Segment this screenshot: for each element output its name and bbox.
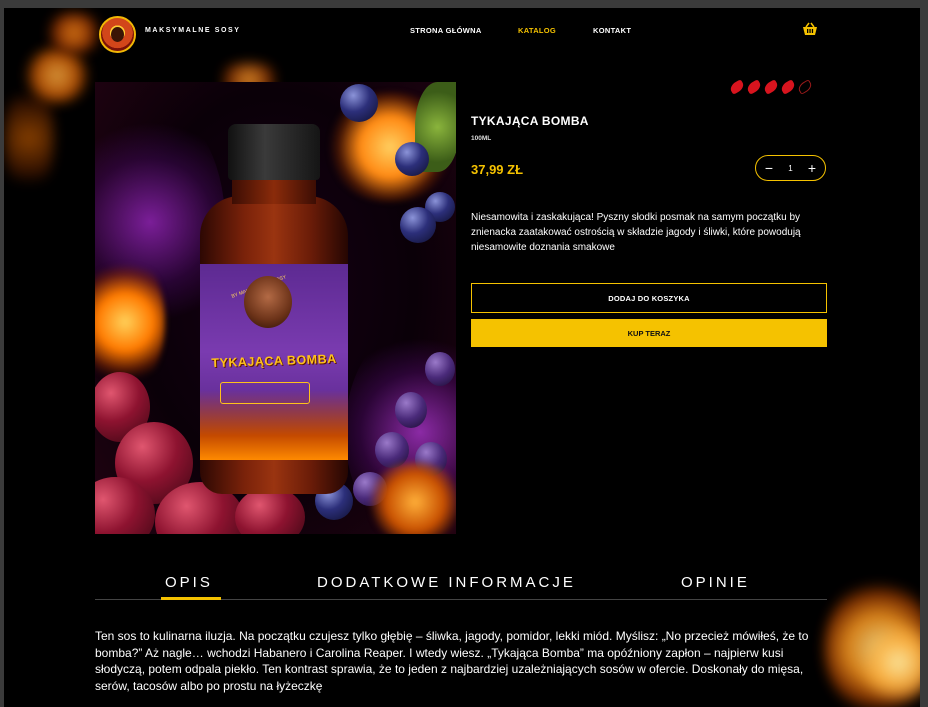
blueberry [395,142,429,176]
product-title: TYKAJĄCA BOMBA [471,114,589,128]
tab-additional-info[interactable]: DODATKOWE INFORMACJE [317,574,576,591]
label-nutrition-box [220,382,310,404]
chili-pepper-icon [779,79,797,95]
grape [425,352,455,386]
chili-pepper-icon [762,79,780,95]
blueberry [340,84,378,122]
logo-face-icon [111,27,124,42]
active-tab-indicator [161,597,221,600]
increase-quantity-button[interactable]: + [805,161,819,175]
product-image: BY MAKSYMALNE SOSY TYKAJĄCA BOMBA [95,82,456,534]
nav-contact[interactable]: KONTAKT [593,26,631,35]
grape [395,392,427,428]
bottle-neck [232,178,316,204]
product-short-description: Niesamowita i zaskakująca! Pyszny słodki… [471,212,801,253]
logo[interactable] [99,16,136,53]
product-tabs: OPIS DODATKOWE INFORMACJE OPINIE [95,568,827,600]
bottle-cap [228,124,320,180]
product-price: 37,99 ZŁ [471,162,524,177]
chili-pepper-icon [796,79,814,95]
plum [235,487,305,534]
fire-decoration [4,78,54,198]
sauce-bottle: BY MAKSYMALNE SOSY TYKAJĄCA BOMBA [198,124,350,494]
brand-name[interactable]: MAKSYMALNE SOSY [145,27,241,34]
basket-icon[interactable] [802,22,818,36]
label-portrait [244,276,292,328]
chili-pepper-icon [728,79,746,95]
flame-decoration [365,462,456,534]
tab-description[interactable]: OPIS [165,574,213,591]
quantity-value[interactable]: 1 [788,164,792,173]
fire-decoration [864,618,920,707]
product-volume: 100ML [471,135,492,142]
add-to-cart-button[interactable]: DODAJ DO KOSZYKA [471,283,827,313]
heat-rating [728,79,814,96]
fire-decoration [22,48,92,103]
buy-now-button[interactable]: KUP TERAZ [471,319,827,347]
nav-home[interactable]: STRONA GŁÓWNA [410,26,482,35]
nav-catalog[interactable]: KATALOG [518,26,556,35]
chili-pepper-icon [745,79,763,95]
site-header: MAKSYMALNE SOSY STRONA GŁÓWNA KATALOG KO… [4,8,920,56]
decrease-quantity-button[interactable]: − [762,161,776,175]
blueberry [400,207,436,243]
window-frame: MAKSYMALNE SOSY STRONA GŁÓWNA KATALOG KO… [0,0,928,707]
quantity-stepper: − 1 + [755,155,826,181]
tab-reviews[interactable]: OPINIE [681,574,750,591]
page: MAKSYMALNE SOSY STRONA GŁÓWNA KATALOG KO… [4,8,920,707]
fire-decoration [824,578,920,707]
label-title: TYKAJĄCA BOMBA [211,351,337,371]
bottle-label: BY MAKSYMALNE SOSY TYKAJĄCA BOMBA [200,264,348,460]
product-long-description: Ten sos to kulinarna iluzja. Na początku… [95,629,809,693]
